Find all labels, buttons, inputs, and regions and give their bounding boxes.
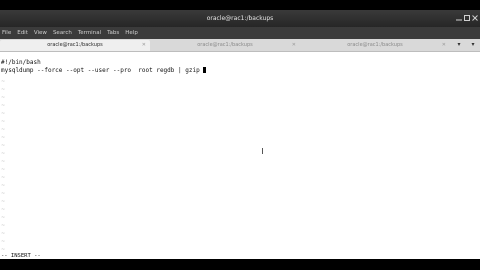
terminal-area[interactable]: #!/bin/bash mysqldump --force --opt --us… xyxy=(0,52,480,259)
empty-line-marker: ~ xyxy=(1,127,6,133)
empty-line-marker: ~ xyxy=(1,87,6,93)
tab-1-close-icon[interactable]: ✕ xyxy=(142,40,146,51)
menu-search[interactable]: Search xyxy=(53,30,72,36)
menu-bar: File Edit View Search Terminal Tabs Help xyxy=(0,27,480,39)
tab-bar: oracle@rac1:/backups ✕ oracle@rac1:/back… xyxy=(0,39,480,52)
empty-line-marker: ~ xyxy=(1,207,6,213)
tab-2-close-icon[interactable]: ✕ xyxy=(292,40,296,51)
menu-edit[interactable]: Edit xyxy=(17,30,28,36)
empty-line-marker: ~ xyxy=(1,79,6,85)
terminal-line-1: #!/bin/bash xyxy=(1,59,41,66)
maximize-button[interactable] xyxy=(463,14,471,22)
tab-menu-icon[interactable]: ▾ xyxy=(454,40,464,50)
terminal-window: oracle@rac1:/backups File Edit View Sear… xyxy=(0,10,480,259)
tab-1-label: oracle@rac1:/backups xyxy=(47,42,103,48)
empty-line-marker: ~ xyxy=(1,175,6,181)
tab-3[interactable]: oracle@rac1:/backups ✕ xyxy=(300,40,450,51)
window-titlebar: oracle@rac1:/backups xyxy=(0,10,480,27)
terminal-line-2-text: mysqldump --force --opt --user --pro roo… xyxy=(1,67,204,74)
empty-line-marker: ~ xyxy=(1,135,6,141)
window-title: oracle@rac1:/backups xyxy=(206,15,274,22)
terminal-line-2: mysqldump --force --opt --user --pro roo… xyxy=(1,67,207,74)
menu-help[interactable]: Help xyxy=(125,30,138,36)
close-button[interactable] xyxy=(471,14,479,22)
empty-line-marker: ~ xyxy=(1,159,6,165)
menu-tabs[interactable]: Tabs xyxy=(107,30,119,36)
empty-line-marker: ~ xyxy=(1,183,6,189)
empty-line-marker: ~ xyxy=(1,223,6,229)
empty-line-marker: ~ xyxy=(1,167,6,173)
empty-line-marker: ~ xyxy=(1,239,6,245)
empty-line-marker: ~ xyxy=(1,103,6,109)
empty-line-marker: ~ xyxy=(1,119,6,125)
empty-line-marker: ~ xyxy=(1,231,6,237)
menu-file[interactable]: File xyxy=(2,30,11,36)
empty-line-marker: ~ xyxy=(1,95,6,101)
screen-bottom-bar xyxy=(0,259,480,270)
empty-line-marker: ~ xyxy=(1,143,6,149)
empty-line-marker: ~ xyxy=(1,191,6,197)
tab-2-label: oracle@rac1:/backups xyxy=(197,42,253,48)
empty-line-marker: ~ xyxy=(1,215,6,221)
tab-3-close-icon[interactable]: ✕ xyxy=(442,40,446,51)
empty-line-marker: ~ xyxy=(1,111,6,117)
mouse-ibeam-icon xyxy=(262,148,263,154)
minimize-button[interactable] xyxy=(455,14,463,22)
menu-terminal[interactable]: Terminal xyxy=(78,30,101,36)
tab-3-label: oracle@rac1:/backups xyxy=(347,42,403,48)
tab-1[interactable]: oracle@rac1:/backups ✕ xyxy=(0,40,150,51)
tab-list-icon[interactable]: ▾ xyxy=(468,40,478,50)
tab-2[interactable]: oracle@rac1:/backups ✕ xyxy=(150,40,300,51)
minimize-icon xyxy=(456,19,462,21)
menu-view[interactable]: View xyxy=(34,30,47,36)
text-cursor xyxy=(203,67,207,73)
empty-line-marker: ~ xyxy=(1,199,6,205)
close-icon xyxy=(472,15,478,21)
maximize-icon xyxy=(464,15,470,21)
empty-line-marker: ~ xyxy=(1,151,6,157)
